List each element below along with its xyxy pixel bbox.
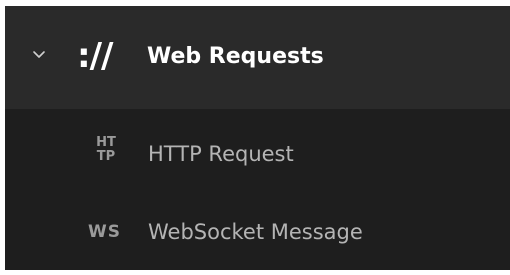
http-icon: HT TP: [91, 136, 121, 164]
tree-view: :// Web Requests HT TP HTTP Request WS W…: [5, 6, 510, 270]
tree-item-label: WebSocket Message: [148, 220, 363, 244]
tree-item-label: HTTP Request: [148, 142, 294, 166]
web-requests-icon: ://: [77, 36, 113, 76]
group-label: Web Requests: [147, 44, 324, 69]
tree-item-http-request[interactable]: HT TP HTTP Request: [5, 116, 510, 194]
tree-panel: :// Web Requests HT TP HTTP Request WS W…: [0, 0, 510, 275]
http-icon-line1: HT: [96, 135, 116, 150]
chevron-down-icon[interactable]: [31, 47, 47, 63]
web-requests-group-header[interactable]: :// Web Requests: [5, 6, 510, 109]
websocket-icon: WS: [88, 222, 121, 242]
http-icon-line2: TP: [96, 149, 116, 164]
tree-item-websocket-message[interactable]: WS WebSocket Message: [5, 194, 510, 272]
